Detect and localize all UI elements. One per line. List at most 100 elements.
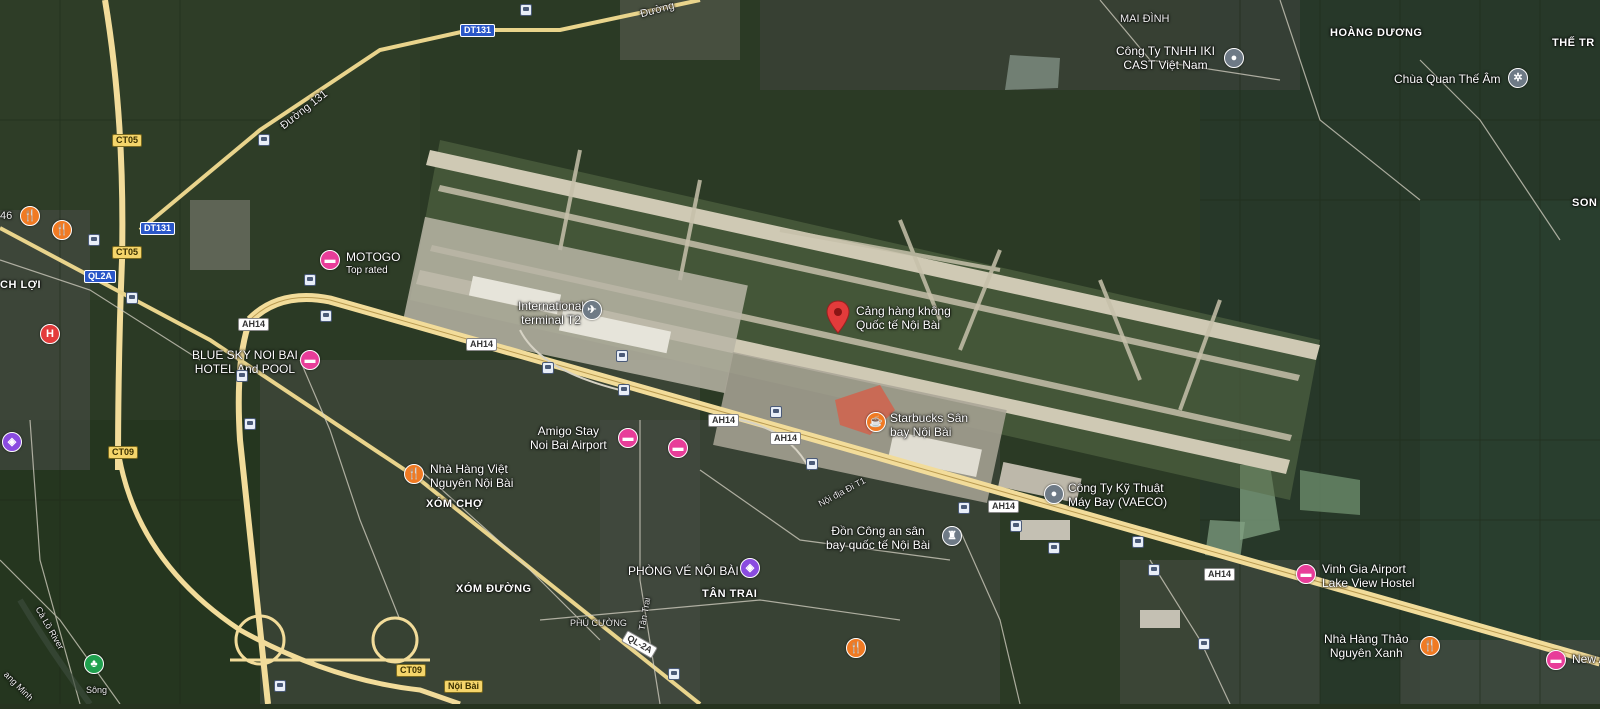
poi-line: Công Ty TNHH IKI xyxy=(1116,44,1215,58)
bus-stop-icon[interactable] xyxy=(806,458,818,470)
temple-icon[interactable]: ✲ xyxy=(1508,68,1528,88)
poi-label-international-terminal[interactable]: International terminal T2 xyxy=(518,299,584,327)
bus-stop-icon[interactable] xyxy=(958,502,970,514)
poi-label-motogo[interactable]: MOTOGO Top rated xyxy=(346,250,400,278)
cafe-icon[interactable]: ☕ xyxy=(866,412,886,432)
route-shield-ct05: CT05 xyxy=(112,246,143,259)
satellite-map[interactable]: Cảng hàng không Quốc tế Nội Bài Internat… xyxy=(0,0,1600,707)
route-shield-ah14: AH14 xyxy=(708,414,740,427)
bus-stop-icon[interactable] xyxy=(320,310,332,322)
restaurant-icon[interactable]: 🍴 xyxy=(52,220,72,240)
shopping-icon[interactable]: ◈ xyxy=(740,558,760,578)
poi-line: Noi Bai Airport xyxy=(530,438,607,452)
area-label-xom-cho: XÓM CHỢ xyxy=(426,498,483,510)
poi-label-starbucks[interactable]: Starbucks Sân bay Nội Bài xyxy=(890,411,968,439)
police-icon[interactable]: ♜ xyxy=(942,526,962,546)
hotel-icon[interactable]: ▬ xyxy=(320,250,340,270)
bus-stop-icon[interactable] xyxy=(770,406,782,418)
bus-stop-icon[interactable] xyxy=(274,680,286,692)
poi-line: International xyxy=(518,299,585,313)
poi-line: Vinh Gia Airport xyxy=(1322,562,1406,576)
building-icon[interactable]: ● xyxy=(1044,484,1064,504)
route-shield-dt131: DT131 xyxy=(140,222,176,235)
poi-label-amigo[interactable]: Amigo Stay Noi Bai Airport xyxy=(530,424,607,452)
road-label-46: 46 xyxy=(0,210,13,222)
route-shield-ct09: CT09 xyxy=(396,664,427,677)
bus-stop-icon[interactable] xyxy=(1148,564,1160,576)
route-shield-ah14: AH14 xyxy=(238,318,270,331)
poi-line: Lake View Hostel xyxy=(1322,576,1415,590)
hotel-icon[interactable]: ▬ xyxy=(1546,650,1566,670)
main-place-label[interactable]: Cảng hàng không Quốc tế Nội Bài xyxy=(856,304,951,332)
bus-stop-icon[interactable] xyxy=(616,350,628,362)
bus-stop-icon[interactable] xyxy=(236,370,248,382)
poi-line: bay Nội Bài xyxy=(890,425,952,439)
bus-stop-icon[interactable] xyxy=(1198,638,1210,650)
main-location-pin-icon[interactable] xyxy=(826,300,850,334)
airport-icon[interactable]: ✈ xyxy=(582,300,602,320)
hotel-icon[interactable]: ▬ xyxy=(300,350,320,370)
poi-line: Nguyên Nội Bài xyxy=(430,476,514,490)
route-shield-ct09: CT09 xyxy=(108,446,139,459)
bus-stop-icon[interactable] xyxy=(542,362,554,374)
area-label-phu-cuong: PHÚ CƯỜNG xyxy=(570,618,627,628)
poi-label-iki-cast[interactable]: Công Ty TNHH IKI CAST Việt Nam xyxy=(1116,44,1215,72)
poi-line: Nhà Hàng Thảo xyxy=(1324,632,1409,646)
poi-label-vinh-gia[interactable]: Vinh Gia Airport Lake View Hostel xyxy=(1322,562,1415,590)
route-shield-dt131: DT131 xyxy=(460,24,496,37)
route-shield-ah14: AH14 xyxy=(1204,568,1236,581)
bus-stop-icon[interactable] xyxy=(668,668,680,680)
hotel-icon[interactable]: ▬ xyxy=(668,438,688,458)
poi-line: Đồn Công an sân xyxy=(831,524,925,538)
poi-line: bay quốc tế Nội Bài xyxy=(826,538,931,552)
shopping-icon[interactable]: ◈ xyxy=(2,432,22,452)
restaurant-icon[interactable]: 🍴 xyxy=(404,464,424,484)
area-label-hoang-duong: HOÀNG DƯƠNG xyxy=(1330,27,1423,39)
hotel-icon[interactable]: ▬ xyxy=(618,428,638,448)
area-label-xom-duong: XÓM ĐƯỜNG xyxy=(456,583,532,595)
poi-line: terminal T2 xyxy=(521,313,581,327)
bus-stop-icon[interactable] xyxy=(520,4,532,16)
area-label-ch-loi: CH LỢI xyxy=(0,279,42,291)
bus-stop-icon[interactable] xyxy=(126,292,138,304)
poi-label-police-station[interactable]: Đồn Công an sân bay quốc tế Nội Bài xyxy=(826,524,930,552)
bus-stop-icon[interactable] xyxy=(1132,536,1144,548)
route-shield-ct05: CT05 xyxy=(112,134,143,147)
poi-label-vaeco[interactable]: Công Ty Kỹ Thuật Máy Bay (VAECO) xyxy=(1068,481,1167,509)
hospital-icon[interactable]: H xyxy=(40,324,60,344)
hotel-icon[interactable]: ▬ xyxy=(1296,564,1316,584)
main-place-name-line1: Cảng hàng không xyxy=(856,304,951,318)
poi-label-new-a[interactable]: New A xyxy=(1572,652,1600,666)
bus-stop-icon[interactable] xyxy=(88,234,100,246)
poi-rating: Top rated xyxy=(346,265,388,276)
poi-label-nha-hang-viet[interactable]: Nhà Hàng Việt Nguyên Nội Bài xyxy=(430,462,513,490)
restaurant-icon[interactable]: 🍴 xyxy=(1420,636,1440,656)
poi-label-nha-hang-thao[interactable]: Nhà Hàng Thảo Nguyên Xanh xyxy=(1324,632,1409,660)
bus-stop-icon[interactable] xyxy=(1048,542,1060,554)
building-icon[interactable]: ● xyxy=(1224,48,1244,68)
bus-stop-icon[interactable] xyxy=(304,274,316,286)
bus-stop-icon[interactable] xyxy=(618,384,630,396)
poi-line: Starbucks Sân xyxy=(890,411,969,425)
route-shield-ql2a: QL2A xyxy=(84,270,117,283)
poi-label-chua-quan[interactable]: Chùa Quan Thế Âm xyxy=(1394,72,1501,86)
restaurant-icon[interactable]: 🍴 xyxy=(20,206,40,226)
route-shield-noi-bai: Nội Bài xyxy=(444,680,484,693)
area-label-mai-dinh: MAI ĐÌNH xyxy=(1120,13,1170,25)
poi-line: Công Ty Kỹ Thuật xyxy=(1068,481,1164,495)
bus-stop-icon[interactable] xyxy=(1010,520,1022,532)
poi-line: Máy Bay (VAECO) xyxy=(1068,495,1168,509)
restaurant-icon[interactable]: 🍴 xyxy=(846,638,866,658)
river-label-song: Sông xyxy=(86,685,108,695)
bus-stop-icon[interactable] xyxy=(258,134,270,146)
bus-stop-icon[interactable] xyxy=(244,418,256,430)
poi-line: BLUE SKY NOI BAI xyxy=(192,348,298,362)
poi-line: CAST Việt Nam xyxy=(1123,58,1208,72)
park-icon[interactable]: ♣ xyxy=(84,654,104,674)
route-shield-ah14: AH14 xyxy=(466,338,498,351)
area-label-tan-trai: TÂN TRAI xyxy=(702,588,758,600)
area-label-the-tr: THẾ TR xyxy=(1552,37,1595,49)
area-label-son: SON xyxy=(1572,197,1598,209)
poi-label-phong-ve[interactable]: PHÒNG VÉ NỘI BÀI xyxy=(628,564,739,578)
poi-line: Nhà Hàng Việt xyxy=(430,462,508,476)
